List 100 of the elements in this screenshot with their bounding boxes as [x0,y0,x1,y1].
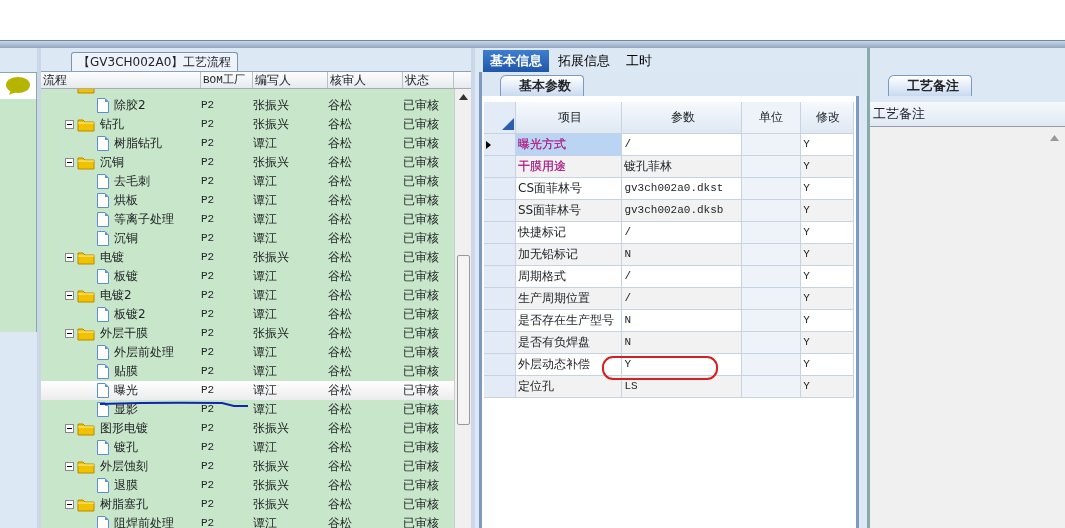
table-cell[interactable] [741,244,802,265]
tree-row[interactable]: 沉铜 P2 张振兴 谷松 已审核 [41,153,454,172]
collapse-toggle[interactable] [65,329,74,338]
tree-label: 显影 [114,401,138,418]
table-cell[interactable]: Y [801,134,854,155]
tree-row[interactable]: 外层前处理 P2 谭江 谷松 已审核 [41,343,454,362]
table-cell[interactable] [741,134,802,155]
table-cell[interactable]: Y [801,200,854,221]
table-cell[interactable]: 是否存在生产型号 [516,310,623,331]
table-cell[interactable]: Y [801,332,854,353]
tree-row[interactable]: 板镀 P2 谭江 谷松 已审核 [41,267,454,286]
collapse-toggle[interactable] [65,424,74,433]
table-cell[interactable]: / [622,222,742,243]
table-cell[interactable]: / [622,288,742,309]
table-cell[interactable]: Y [622,354,742,375]
table-cell[interactable] [741,354,802,375]
collapse-toggle[interactable] [65,291,74,300]
tree-row[interactable]: 曝光 P2 谭江 谷松 已审核 [41,381,454,400]
tree-row[interactable]: 电镀2 P2 谭江 谷松 已审核 [41,286,454,305]
collapse-toggle[interactable] [65,120,74,129]
table-cell[interactable]: Y [801,178,854,199]
table-cell[interactable]: N [622,244,742,265]
table-cell[interactable]: gv3ch002a0.dksb [622,200,742,221]
table-cell[interactable] [741,310,802,331]
table-cell[interactable]: 生产周期位置 [516,288,623,309]
table-cell[interactable]: Y [801,288,854,309]
scroll-up-icon[interactable] [458,94,468,100]
tree-row[interactable]: 阻焊前处理 P2 谭江 谷松 已审核 [41,514,454,528]
table-cell[interactable]: / [622,266,742,287]
tree-row[interactable]: 板镀2 P2 谭江 谷松 已审核 [41,305,454,324]
tree-row[interactable]: 外层干膜 P2 张振兴 谷松 已审核 [41,324,454,343]
table-cell[interactable]: 曝光方式 [516,134,623,155]
table-cell[interactable] [741,200,802,221]
tree-row[interactable]: 钻孔 P2 张振兴 谷松 已审核 [41,115,454,134]
tree-label: 电镀 [100,249,124,266]
table-cell[interactable]: gv3ch002a0.dkst [622,178,742,199]
table-cell[interactable]: 是否有负焊盘 [516,332,623,353]
tree-row[interactable]: 树脂塞孔 P2 张振兴 谷松 已审核 [41,495,454,514]
speech-bubble-icon[interactable] [5,76,31,96]
table-cell[interactable]: / [622,134,742,155]
table-cell[interactable] [741,288,802,309]
table-cell[interactable]: 周期格式 [516,266,623,287]
row-header[interactable] [484,134,516,155]
tab[interactable]: 基本信息 [483,50,549,72]
table-cell[interactable]: 加无铅标记 [516,244,623,265]
table-cell[interactable]: 快捷标记 [516,222,623,243]
tree-row[interactable]: 退膜 P2 张振兴 谷松 已审核 [41,476,454,495]
table-cell[interactable]: Y [801,222,854,243]
table-cell[interactable]: Y [801,156,854,177]
tree-row[interactable]: 等离子处理 P2 谭江 谷松 已审核 [41,210,454,229]
tree-row[interactable]: 镀孔 P2 谭江 谷松 已审核 [41,438,454,457]
collapse-toggle[interactable] [65,158,74,167]
table-cell[interactable] [741,376,802,397]
table-cell[interactable]: LS [622,376,742,397]
table-cell[interactable]: N [622,332,742,353]
table-cell-text: P2 [201,212,216,227]
tree-label: 贴膜 [114,363,138,380]
collapse-toggle[interactable] [65,253,74,262]
table-cell-text: 已审核 [403,401,440,418]
tree-row[interactable]: 贴膜 P2 谭江 谷松 已审核 [41,362,454,381]
tree-row[interactable]: 外层蚀刻 P2 张振兴 谷松 已审核 [41,457,454,476]
table-cell-text: 谭江 [253,135,278,152]
table-cell[interactable]: 外层动态补偿 [516,354,623,375]
collapse-toggle[interactable] [65,462,74,471]
table-cell-text: 谷松 [328,363,353,380]
tab[interactable]: 工时 [619,50,659,72]
tree-row[interactable]: 图形电镀 P2 张振兴 谷松 已审核 [41,419,454,438]
collapse-toggle[interactable] [65,500,74,509]
table-cell[interactable]: Y [801,376,854,397]
tree-row[interactable]: 沉铜 P2 谭江 谷松 已审核 [41,229,454,248]
tree-row[interactable]: 除胶2 P2 张振兴 谷松 已审核 [41,96,454,115]
tree-row[interactable]: 去毛刺 P2 谭江 谷松 已审核 [41,172,454,191]
table-cell[interactable]: Y [801,310,854,331]
table-cell-text: 谷松 [328,477,353,494]
table-cell[interactable]: CS面菲林号 [516,178,623,199]
table-cell-text: 已审核 [403,458,440,475]
table-cell[interactable]: 干膜用途 [516,156,623,177]
table-cell[interactable] [741,332,802,353]
table-cell[interactable]: Y [801,266,854,287]
tree-row[interactable]: 电镀 P2 张振兴 谷松 已审核 [41,248,454,267]
tree-row[interactable]: 显影 P2 谭江 谷松 已审核 [41,400,454,419]
table-cell[interactable]: SS面菲林号 [516,200,623,221]
panel-title-tab[interactable]: 【GV3CH002A0】工艺流程 [71,52,239,71]
tree-row[interactable]: 烘板 P2 谭江 谷松 已审核 [41,191,454,210]
subtab[interactable]: 基本参数 [500,75,584,96]
table-cell[interactable]: N [622,310,742,331]
table-cell[interactable]: 定位孔 [516,376,623,397]
table-cell[interactable] [741,178,802,199]
table-cell[interactable]: Y [801,354,854,375]
table-cell[interactable]: Y [801,244,854,265]
tree-row[interactable]: 树脂钻孔 P2 谭江 谷松 已审核 [41,134,454,153]
folder-icon [77,250,95,265]
splitter-bar[interactable] [0,40,1065,48]
scrollbar[interactable] [454,89,471,528]
table-cell[interactable] [741,222,802,243]
table-cell[interactable]: 镀孔菲林 [622,156,742,177]
table-cell[interactable] [741,156,802,177]
table-cell[interactable] [741,266,802,287]
tab[interactable]: 拓展信息 [551,50,617,72]
notes-tab[interactable]: 工艺备注 [888,75,972,96]
